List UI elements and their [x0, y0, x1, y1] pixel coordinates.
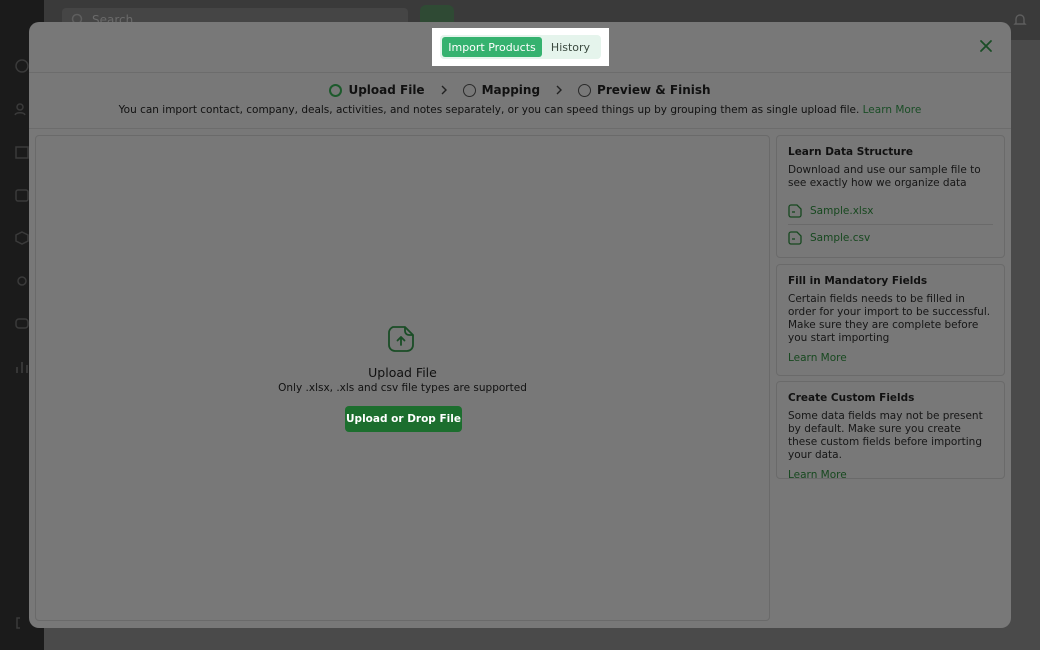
settings-icon[interactable] — [14, 273, 30, 289]
step-mapping: Mapping — [462, 83, 541, 97]
tab-history[interactable]: History — [542, 37, 599, 57]
learn-more-link[interactable]: Learn More — [788, 469, 993, 481]
step-label: Upload File — [348, 83, 425, 97]
card-text: Certain fields needs to be filled in ord… — [788, 293, 991, 344]
upload-dropzone[interactable]: Upload File Only .xlsx, .xls and csv fil… — [35, 135, 770, 621]
sample-csv-link[interactable]: Sample.csv — [788, 225, 993, 251]
learn-more-link[interactable]: Learn More — [788, 352, 993, 364]
chevron-right-icon — [556, 85, 563, 95]
chevron-right-icon — [441, 85, 447, 95]
tab-switcher: Import Products History — [432, 28, 609, 66]
upload-file-icon — [388, 326, 414, 352]
modal-header: Import Products History — [29, 22, 1011, 73]
upload-button[interactable]: Upload or Drop File — [345, 406, 462, 432]
step-upload-file: Upload File — [329, 83, 425, 97]
learn-more-link[interactable]: Learn More — [863, 104, 922, 116]
dashboard-icon[interactable] — [14, 58, 30, 74]
file-name: Sample.csv — [810, 232, 871, 244]
step-label: Preview & Finish — [597, 83, 711, 97]
upload-title: Upload File — [368, 365, 437, 380]
close-icon[interactable] — [979, 39, 993, 53]
step-indicator — [462, 83, 476, 97]
learn-data-structure-card: Learn Data Structure Download and use ou… — [776, 135, 1005, 258]
import-steps: Upload File Mapping Preview & Finish — [29, 83, 1011, 97]
file-name: Sample.xlsx — [810, 205, 874, 217]
card-text: Download and use our sample file to see … — [788, 164, 981, 189]
mandatory-fields-card: Fill in Mandatory Fields Certain fields … — [776, 264, 1005, 376]
step-indicator — [329, 83, 343, 97]
step-indicator — [578, 83, 592, 97]
calendar-icon[interactable] — [14, 187, 30, 203]
messages-icon[interactable] — [14, 316, 30, 332]
products-icon[interactable] — [14, 230, 30, 246]
file-icon — [788, 204, 802, 218]
company-icon[interactable] — [14, 144, 30, 160]
tab-import-products[interactable]: Import Products — [442, 37, 542, 57]
divider — [29, 128, 1011, 129]
logout-icon[interactable] — [14, 615, 30, 631]
card-title: Learn Data Structure — [788, 146, 914, 158]
import-description: You can import contact, company, deals, … — [29, 104, 1011, 116]
tab-group: Import Products History — [440, 35, 601, 59]
sample-xlsx-link[interactable]: Sample.xlsx — [788, 198, 993, 224]
card-title: Create Custom Fields — [788, 392, 915, 404]
card-title: Fill in Mandatory Fields — [788, 275, 928, 287]
upload-note: Only .xlsx, .xls and csv file types are … — [278, 382, 527, 394]
description-text: You can import contact, company, deals, … — [118, 104, 860, 116]
custom-fields-card: Create Custom Fields Some data fields ma… — [776, 381, 1005, 481]
reports-icon[interactable] — [14, 359, 30, 375]
step-label: Mapping — [481, 83, 541, 97]
bell-icon[interactable] — [1012, 12, 1028, 28]
step-preview-finish: Preview & Finish — [578, 83, 711, 97]
import-modal: Import Products History Upload File Mapp… — [29, 22, 1011, 628]
contacts-icon[interactable] — [14, 101, 30, 117]
file-icon — [788, 231, 802, 245]
card-text: Some data fields may not be present by d… — [788, 410, 983, 461]
